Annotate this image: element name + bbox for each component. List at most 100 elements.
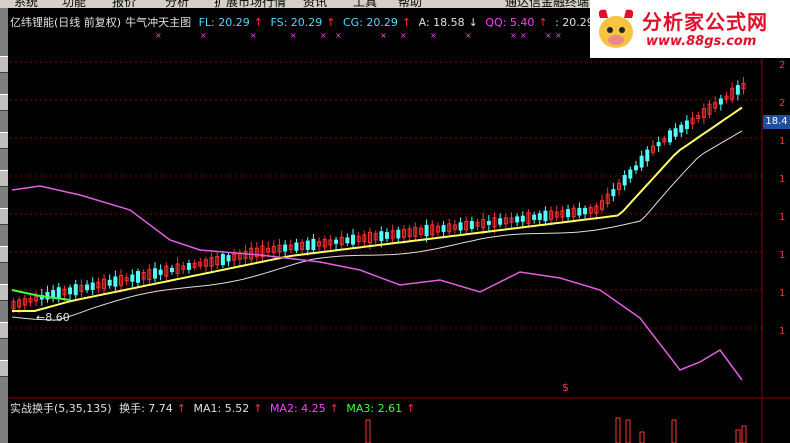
up-arrow-icon: ↑ — [326, 16, 336, 29]
current-price-tag: 18.4 — [763, 115, 790, 129]
candlestick-chart[interactable]: × × × × × × × × × × × × × × — [0, 0, 790, 443]
up-arrow-icon: ↑ — [538, 16, 548, 29]
candle-body — [169, 267, 174, 273]
signal-marker-x: × — [555, 31, 562, 40]
logo-url: www.88gs.com — [646, 34, 757, 49]
candle-body — [152, 268, 157, 279]
stock-chart-window: { "menu": { "items": ["系统", "功能", "报价", … — [0, 0, 790, 443]
candle-body — [566, 209, 571, 218]
qq-value: QQ: 5.40 — [485, 16, 535, 29]
signal-marker-x: × — [320, 31, 327, 40]
signal-marker-x: × — [520, 31, 527, 40]
candle-body — [679, 124, 684, 133]
candle-body — [543, 210, 548, 222]
turnover-bar — [639, 431, 645, 443]
candle-body — [645, 149, 650, 162]
bull-icon — [598, 9, 634, 48]
candle-body — [113, 276, 118, 287]
candle-body — [56, 287, 61, 300]
candle-body — [611, 189, 616, 197]
candle-body — [628, 169, 633, 179]
up-arrow-icon: ↑ — [176, 402, 186, 415]
candle-body — [673, 128, 678, 137]
indicator-header: 亿纬锂能(日线 前复权) 牛气冲天主图 FL: 20.29 ↑ FS: 20.29 ↑… — [10, 14, 611, 30]
turnover-bar — [615, 417, 621, 443]
signal-marker-x: × — [400, 31, 407, 40]
candle-body — [633, 165, 638, 171]
signal-marker-x: × — [250, 31, 257, 40]
signal-marker-x: × — [290, 31, 297, 40]
candle-body — [130, 274, 135, 282]
candle-body — [384, 232, 389, 239]
fs-value: FS: 20.29 — [270, 16, 323, 29]
candle-body — [345, 237, 350, 244]
price-axis-label: 1 — [779, 212, 786, 223]
candle-body — [311, 238, 316, 251]
up-arrow-icon: ↑ — [253, 16, 263, 29]
candle-body — [441, 225, 446, 232]
candle-body — [577, 207, 582, 216]
candle-body — [486, 220, 491, 225]
signal-marker: $ — [562, 381, 569, 394]
candle-body — [656, 142, 661, 147]
candle-body — [334, 239, 339, 244]
signal-marker-x: × — [545, 31, 552, 40]
a-value: A: 18.58 — [418, 16, 465, 29]
up-arrow-icon: ↑ — [401, 16, 412, 29]
candle-body — [622, 175, 627, 186]
ma3-value: MA3: 2.61 — [346, 402, 403, 415]
candle-body — [107, 279, 112, 286]
candle-body — [469, 221, 474, 229]
up-arrow-icon: ↑ — [406, 402, 416, 415]
candle-body — [73, 284, 78, 296]
candle-body — [583, 207, 588, 215]
indicator-name[interactable]: 牛气冲天主图 — [125, 16, 191, 29]
price-axis-label: 1 — [779, 136, 786, 147]
candle-body — [90, 282, 95, 290]
price-axis-label: 2 — [779, 98, 786, 109]
signal-marker-x: × — [430, 31, 437, 40]
price-axis-label: 2 — [779, 60, 786, 71]
up-arrow-icon: ↑ — [329, 402, 339, 415]
price-axis-label: 1 — [779, 174, 786, 185]
candle-body — [158, 269, 163, 275]
candle-body — [68, 287, 73, 295]
low-price-label: ←8.60 — [36, 311, 70, 324]
signal-marker-x: × — [200, 31, 207, 40]
candle-body — [379, 231, 384, 242]
price-axis-label: 1 — [779, 326, 786, 337]
signal-marker-x: × — [380, 31, 387, 40]
unnamed-value: : 20.29 — [555, 16, 594, 29]
candle-body — [424, 224, 429, 237]
candle-body — [135, 271, 140, 283]
logo-title: 分析家公式网 — [642, 10, 768, 34]
candle-body — [520, 215, 525, 222]
signal-marker-x: × — [510, 31, 517, 40]
price-axis-label: 1 — [779, 250, 786, 261]
turnover-bar — [671, 419, 677, 443]
candle-body — [458, 222, 463, 231]
candle-body — [226, 255, 231, 262]
candle-body — [186, 263, 191, 270]
candle-body — [498, 218, 503, 225]
candle-body — [718, 98, 723, 105]
site-logo: 分析家公式网 www.88gs.com — [590, 0, 790, 58]
candle-body — [220, 253, 225, 266]
candle-body — [532, 214, 537, 220]
candle-body — [667, 130, 672, 143]
candle-body — [351, 234, 356, 245]
candle-body — [283, 244, 288, 252]
candle-body — [515, 216, 520, 223]
turnover-indicator-header: 实战换手(5,35,135) 换手: 7.74 ↑ MA1: 5.52 ↑ MA2:… — [10, 400, 419, 415]
turnover-bar — [365, 419, 371, 443]
signal-marker-x: × — [155, 31, 162, 40]
turnover-indicator-title[interactable]: 实战换手(5,35,135) — [10, 402, 112, 415]
fl-value: FL: 20.29 — [198, 16, 250, 29]
down-arrow-icon: ↓ — [468, 16, 478, 29]
candle-body — [85, 284, 90, 291]
ma2-value: MA2: 4.25 — [269, 402, 326, 415]
price-axis-label: 1 — [779, 288, 786, 299]
stock-title: 亿纬锂能(日线 前复权) — [10, 16, 122, 29]
turnover-bar — [625, 419, 631, 443]
candle-body — [537, 213, 542, 220]
